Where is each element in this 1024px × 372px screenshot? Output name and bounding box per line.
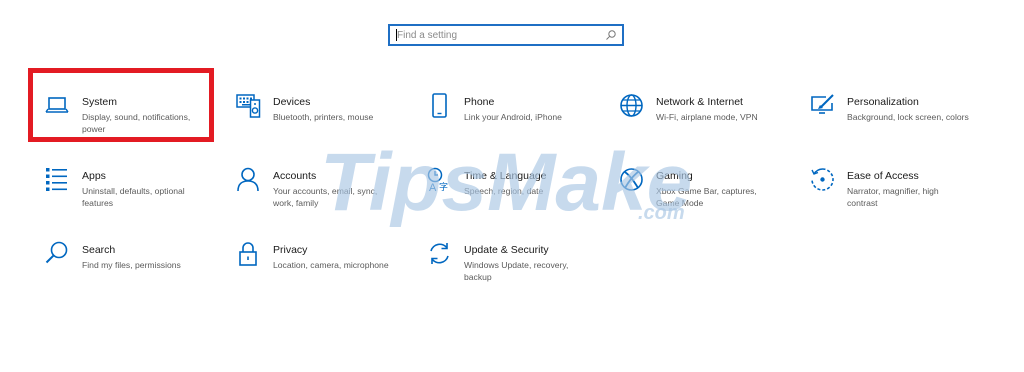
time-language-icon: A 字 [427,167,448,194]
search-input[interactable]: Find a setting [388,24,624,46]
tile-title: Ease of Access [847,170,919,182]
tile-title: Time & Language [464,170,547,182]
tile-description: Xbox Game Bar, captures, Game Mode [656,186,757,208]
tile-gaming[interactable]: Gaming Xbox Game Bar, captures, Game Mod… [619,167,789,227]
tile-devices[interactable]: Devices Bluetooth, printers, mouse [236,93,406,153]
tile-description: Windows Update, recovery, backup [464,260,569,282]
svg-text:A: A [429,182,437,194]
tile-title: Update & Security [464,244,549,256]
tile-title: Apps [82,170,106,182]
tile-title: Accounts [273,170,317,182]
tile-update-security[interactable]: Update & Security Windows Update, recove… [427,241,597,301]
tile-description: Speech, region, date [464,186,544,196]
tile-privacy[interactable]: Privacy Location, camera, microphone [236,241,406,301]
update-icon [430,243,449,264]
tile-title: Gaming [656,170,693,182]
tile-description: Link your Android, iPhone [464,112,562,122]
svg-text:字: 字 [439,181,448,193]
tile-title: Personalization [847,96,919,108]
tile-apps[interactable]: Apps Uninstall, defaults, optional featu… [45,167,215,227]
person-icon [237,167,259,192]
globe-icon [620,94,643,117]
keyboard-speaker-icon [236,94,261,118]
tile-personalization[interactable]: Personalization Background, lock screen,… [810,93,980,153]
tile-search[interactable]: Search Find my files, permissions [45,241,215,301]
tile-network-internet[interactable]: Network & Internet Wi-Fi, airplane mode,… [619,93,789,153]
apps-list-icon [46,168,67,191]
tile-title: Devices [273,96,311,108]
tile-description: Narrator, magnifier, high contrast [847,186,939,208]
tile-title: Search [82,244,116,256]
search-placeholder: Find a setting [397,30,458,41]
tile-description: Wi-Fi, airplane mode, VPN [656,112,758,122]
xbox-icon [620,168,643,191]
tile-title: Privacy [273,244,308,256]
ease-of-access-icon [811,168,834,191]
search-icon [606,30,616,40]
tile-description: Location, camera, microphone [273,260,389,270]
tile-description: Bluetooth, printers, mouse [273,112,374,122]
tile-description: Find my files, permissions [82,260,181,270]
tile-title: Phone [464,96,495,108]
paint-screen-icon [811,94,834,114]
tile-time-language[interactable]: A 字 Time & Language Speech, region, date [427,167,597,227]
tile-description: Background, lock screen, colors [847,112,969,122]
phone-icon [432,93,447,118]
tile-description: Your accounts, email, sync, work, family [273,186,378,208]
tile-title: Network & Internet [656,96,743,108]
search-icon [45,241,68,264]
tile-description: Uninstall, defaults, optional features [82,186,185,208]
tile-accounts[interactable]: Accounts Your accounts, email, sync, wor… [236,167,406,227]
text-cursor [396,29,397,41]
lock-icon [239,242,257,266]
tile-ease-of-access[interactable]: Ease of Access Narrator, magnifier, high… [810,167,980,227]
tile-phone[interactable]: Phone Link your Android, iPhone [427,93,597,153]
highlight-box [28,68,214,142]
